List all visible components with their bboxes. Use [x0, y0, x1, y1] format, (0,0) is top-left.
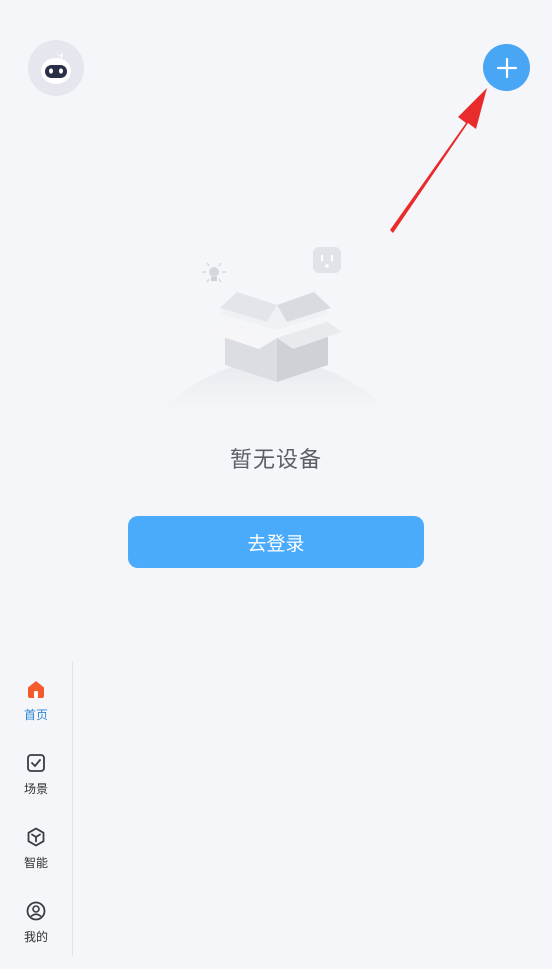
- tab-smart-label: 智能: [23, 856, 48, 870]
- tab-profile[interactable]: 我的: [0, 899, 72, 969]
- login-button[interactable]: 去登录: [128, 516, 424, 568]
- bulb-icon: [202, 262, 226, 283]
- avatar[interactable]: [28, 40, 84, 96]
- tab-home[interactable]: 首页: [0, 677, 72, 747]
- empty-box-illustration: [160, 247, 390, 410]
- tab-bar: 首页 场景 智能 我的: [0, 661, 73, 956]
- smart-cube-icon: [24, 825, 48, 849]
- robot-avatar-icon: [41, 50, 71, 84]
- tab-scene-label: 场景: [23, 782, 48, 796]
- empty-state-text: 暂无设备: [229, 448, 322, 473]
- tab-scene[interactable]: 场景: [0, 751, 72, 821]
- tab-profile-label: 我的: [23, 930, 48, 944]
- socket-icon: [313, 247, 341, 273]
- profile-icon: [24, 899, 48, 923]
- plus-icon: [496, 57, 517, 78]
- tab-smart[interactable]: 智能: [0, 825, 72, 895]
- home-icon: [24, 677, 48, 701]
- add-device-button[interactable]: [483, 44, 530, 91]
- tab-home-label: 首页: [23, 708, 48, 722]
- scene-checkbox-icon: [24, 751, 48, 775]
